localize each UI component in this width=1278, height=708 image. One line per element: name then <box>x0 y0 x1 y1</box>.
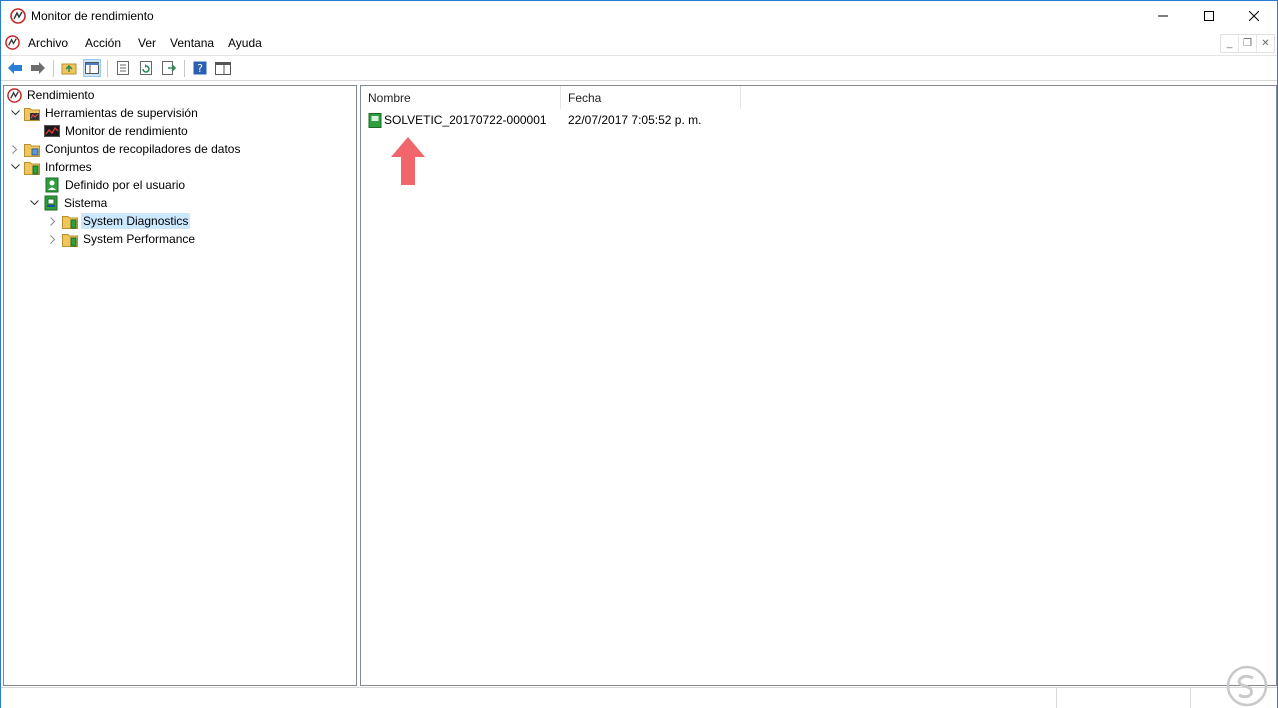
folder-report-icon <box>24 159 40 175</box>
report-date: 22/07/2017 7:05:52 p. m. <box>568 113 702 127</box>
folder-monitor-icon <box>24 105 40 121</box>
tree-item-label: Rendimiento <box>27 88 95 102</box>
tree-item-system-diagnostics[interactable]: System Diagnostics <box>47 212 191 230</box>
chevron-right-icon[interactable] <box>47 212 59 230</box>
forward-icon[interactable] <box>29 59 47 77</box>
menu-ventana[interactable]: Ventana <box>170 36 214 50</box>
maximize-button[interactable] <box>1186 1 1232 31</box>
menu-ayuda[interactable]: Ayuda <box>228 36 262 50</box>
report-name: SOLVETIC_20170722-000001 <box>384 113 547 127</box>
list-header: Nombre Fecha <box>361 86 1276 109</box>
tree-item-label: Herramientas de supervisión <box>45 106 198 120</box>
report-list: Nombre Fecha SOLVETIC_20170722-000001 22… <box>360 85 1277 686</box>
mdi-controls: _ ❐ ✕ <box>1220 34 1275 53</box>
tree-item-herramientas[interactable]: Herramientas de supervisión <box>9 104 200 122</box>
title-bar: Monitor de rendimiento <box>1 1 1277 31</box>
chevron-right-icon[interactable] <box>47 230 59 248</box>
tree-item-label: System Diagnostics <box>81 213 191 229</box>
help-icon[interactable]: ? <box>191 59 209 77</box>
export-icon[interactable] <box>160 59 178 77</box>
status-divider <box>1056 688 1057 708</box>
window-title: Monitor de rendimiento <box>31 9 154 23</box>
tree-item-informes[interactable]: Informes <box>9 158 94 176</box>
folder-data-collector-icon <box>24 141 40 157</box>
close-button[interactable] <box>1231 1 1277 31</box>
menu-accion[interactable]: Acción <box>85 36 121 50</box>
performance-graph-icon <box>44 123 60 139</box>
tree-item-conjuntos[interactable]: Conjuntos de recopiladores de datos <box>9 140 242 158</box>
column-header-nombre[interactable]: Nombre <box>361 86 561 109</box>
tree-item-definido-usuario[interactable]: Definido por el usuario <box>44 176 187 194</box>
toolbar-separator <box>107 60 108 77</box>
watermark-logo-icon <box>1226 665 1268 707</box>
highlight-arrow-icon <box>391 137 425 185</box>
tree-item-label: Definido por el usuario <box>65 178 186 192</box>
list-item[interactable]: SOLVETIC_20170722-000001 22/07/2017 7:05… <box>361 110 1276 130</box>
tree-item-sistema[interactable]: Sistema <box>28 194 109 212</box>
svg-text:?: ? <box>197 62 203 75</box>
menu-ver[interactable]: Ver <box>138 36 156 50</box>
navigation-tree: Rendimiento Herramientas de supervisión … <box>3 85 357 686</box>
folder-report-icon <box>62 213 78 229</box>
mdi-restore-icon[interactable]: ❐ <box>1239 35 1257 52</box>
menu-bar: Archivo Acción Ver Ventana Ayuda _ ❐ ✕ <box>1 32 1277 54</box>
status-bar <box>1 687 1277 708</box>
tree-item-label: Sistema <box>64 196 108 210</box>
mdi-minimize-icon[interactable]: _ <box>1221 35 1239 52</box>
minimize-button[interactable] <box>1140 1 1186 31</box>
system-report-icon <box>43 195 59 211</box>
tree-item-label: Conjuntos de recopiladores de datos <box>45 142 241 156</box>
refresh-icon[interactable] <box>137 59 155 77</box>
mdi-close-icon[interactable]: ✕ <box>1257 35 1274 52</box>
performance-monitor-icon <box>10 8 26 24</box>
tree-item-monitor-rendimiento[interactable]: Monitor de rendimiento <box>44 122 190 140</box>
folder-report-icon <box>62 231 78 247</box>
menu-archivo[interactable]: Archivo <box>28 36 68 50</box>
tree-item-system-performance[interactable]: System Performance <box>47 230 197 248</box>
chevron-down-icon[interactable] <box>28 194 40 212</box>
chevron-down-icon[interactable] <box>9 158 21 176</box>
toolbar: ? <box>1 55 1277 81</box>
status-divider <box>1190 688 1191 708</box>
app-window: Monitor de rendimiento Archivo Acción Ve… <box>0 0 1278 708</box>
app-menu-icon[interactable] <box>5 35 20 50</box>
chevron-right-icon[interactable] <box>9 140 21 158</box>
toolbar-separator <box>53 60 54 77</box>
show-hide-tree-icon[interactable] <box>83 59 101 77</box>
toolbar-separator <box>184 60 185 77</box>
back-icon[interactable] <box>6 59 24 77</box>
properties-icon[interactable] <box>114 59 132 77</box>
column-header-fecha[interactable]: Fecha <box>561 86 741 109</box>
view-icon[interactable] <box>214 59 232 77</box>
tree-item-rendimiento[interactable]: Rendimiento <box>6 86 96 104</box>
chevron-down-icon[interactable] <box>9 104 21 122</box>
performance-monitor-icon <box>6 87 22 103</box>
tree-item-label: Monitor de rendimiento <box>65 124 188 138</box>
tree-item-label: System Performance <box>83 232 196 246</box>
up-folder-icon[interactable] <box>60 59 78 77</box>
report-icon <box>368 110 382 130</box>
tree-item-label: Informes <box>45 160 92 174</box>
user-report-icon <box>44 177 60 193</box>
